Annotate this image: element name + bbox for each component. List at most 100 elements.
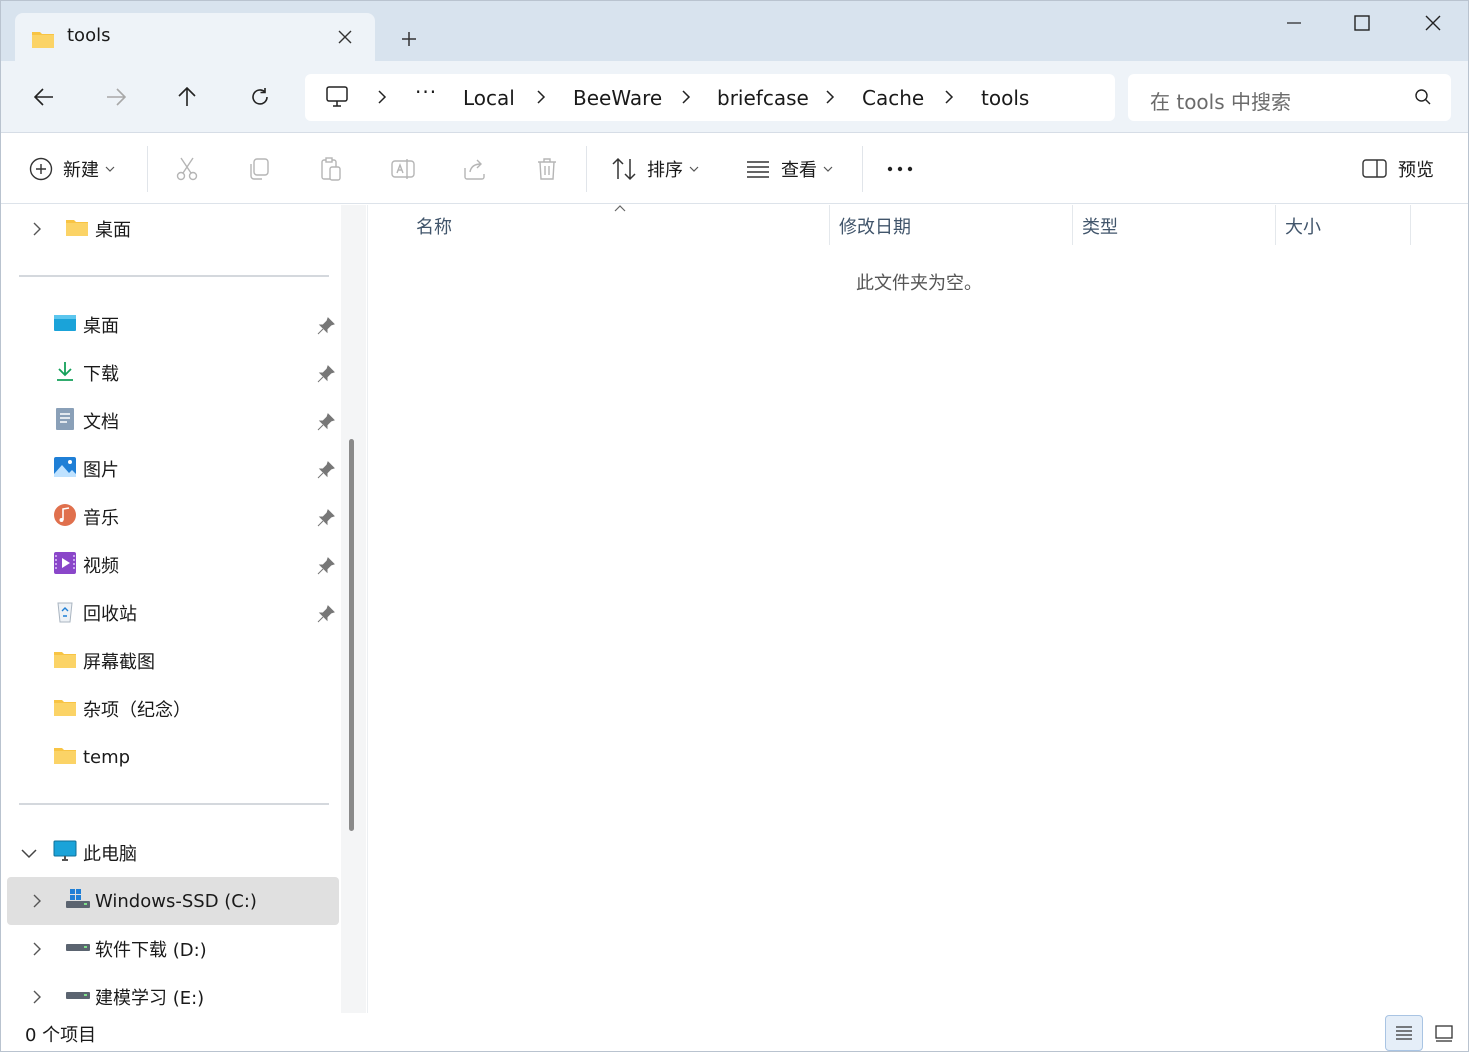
rename-button[interactable] — [390, 151, 416, 187]
new-tab-button[interactable] — [393, 23, 425, 55]
pin-icon[interactable] — [317, 413, 335, 431]
computer-icon[interactable] — [325, 86, 349, 112]
chevron-right-icon[interactable] — [375, 90, 389, 104]
back-button[interactable] — [26, 79, 62, 115]
chevron-right-icon[interactable] — [31, 942, 43, 956]
copy-button[interactable] — [246, 151, 272, 187]
sidebar-item-label: 软件下载 (D:) — [95, 940, 207, 961]
address-bar[interactable]: ··· Local BeeWare briefcase Cache tools — [305, 74, 1115, 121]
column-divider[interactable] — [1410, 205, 1411, 245]
sort-button[interactable]: 排序 — [611, 151, 699, 187]
breadcrumb-tools[interactable]: tools — [981, 86, 1029, 110]
chevron-right-icon[interactable] — [31, 222, 43, 236]
desktop-icon — [53, 313, 77, 337]
chevron-right-icon[interactable] — [823, 90, 837, 104]
sidebar-item-this-pc[interactable]: 此电脑 — [21, 831, 137, 875]
tiles-view-button[interactable] — [1425, 1015, 1463, 1051]
pin-icon[interactable] — [317, 365, 335, 383]
windows-drive-icon — [65, 888, 91, 914]
close-tab-icon[interactable] — [331, 23, 359, 51]
music-icon — [53, 503, 77, 531]
more-options-button[interactable] — [887, 151, 913, 187]
sidebar-item-drive-c[interactable]: Windows-SSD (C:) — [31, 879, 257, 923]
minimize-button[interactable] — [1259, 1, 1329, 45]
column-divider[interactable] — [1275, 205, 1276, 245]
folder-icon — [65, 217, 89, 241]
sidebar-item-label: 此电脑 — [83, 844, 137, 865]
view-button[interactable]: 查看 — [745, 151, 833, 187]
sidebar-item-label: 杂项（纪念） — [83, 700, 191, 721]
chevron-right-icon[interactable] — [31, 990, 43, 1004]
item-count: 0 个项目 — [25, 1025, 97, 1046]
search-icon[interactable] — [1414, 88, 1432, 110]
refresh-button[interactable] — [242, 79, 278, 115]
sidebar-item-label: 屏幕截图 — [83, 652, 155, 673]
search-input[interactable]: 在 tools 中搜索 — [1150, 86, 1291, 115]
view-label: 查看 — [781, 160, 817, 181]
view-lines-icon — [747, 161, 769, 178]
preview-pane-button[interactable]: 预览 — [1362, 151, 1434, 187]
maximize-button[interactable] — [1327, 1, 1397, 45]
sidebar-item-misc[interactable]: 杂项（纪念） — [53, 687, 191, 731]
details-view-button[interactable] — [1385, 1015, 1423, 1051]
up-button[interactable] — [169, 79, 205, 115]
scrollbar-thumb[interactable] — [349, 439, 354, 831]
breadcrumb-cache[interactable]: Cache — [862, 86, 924, 110]
pin-icon[interactable] — [317, 509, 335, 527]
column-header-name[interactable]: 名称 — [416, 213, 452, 239]
file-list: 名称 修改日期 类型 大小 此文件夹为空。 — [367, 205, 1468, 1013]
new-button[interactable]: 新建 — [29, 151, 115, 187]
sidebar-item-label: 音乐 — [83, 508, 119, 529]
sort-label: 排序 — [647, 160, 683, 181]
column-header-size[interactable]: 大小 — [1285, 213, 1321, 239]
forward-button[interactable] — [98, 79, 134, 115]
sidebar-item-videos[interactable]: 视频 — [53, 543, 119, 587]
breadcrumb-local[interactable]: Local — [463, 86, 515, 110]
breadcrumb-briefcase[interactable]: briefcase — [717, 86, 809, 110]
share-icon — [464, 159, 485, 180]
sidebar-item-downloads[interactable]: 下载 — [53, 351, 119, 395]
separator — [147, 146, 148, 192]
sidebar-item-desktop-root[interactable]: 桌面 — [31, 207, 131, 251]
chevron-down-icon[interactable] — [21, 847, 37, 859]
breadcrumb-beeware[interactable]: BeeWare — [573, 86, 662, 110]
chevron-right-icon[interactable] — [679, 90, 693, 104]
document-icon — [53, 407, 77, 435]
pin-icon[interactable] — [317, 605, 335, 623]
sidebar-item-recycle-bin[interactable]: 回收站 — [53, 591, 137, 635]
search-box[interactable]: 在 tools 中搜索 — [1128, 74, 1451, 121]
close-window-button[interactable] — [1398, 1, 1468, 45]
share-button[interactable] — [462, 151, 488, 187]
separator — [862, 146, 863, 192]
sort-icon — [612, 157, 636, 181]
sidebar-item-temp[interactable]: temp — [53, 735, 130, 779]
sidebar-item-label: temp — [83, 746, 131, 768]
sidebar-item-label: 回收站 — [83, 604, 137, 625]
sidebar-item-drive-d[interactable]: 软件下载 (D:) — [31, 927, 207, 971]
folder-icon — [31, 29, 55, 53]
command-bar: 新建 排序 查看 预览 — [1, 134, 1468, 204]
sidebar-item-screenshots[interactable]: 屏幕截图 — [53, 639, 155, 683]
cut-button[interactable] — [174, 151, 200, 187]
chevron-right-icon[interactable] — [534, 90, 548, 104]
pin-icon[interactable] — [317, 317, 335, 335]
tab-tools[interactable]: tools — [15, 13, 375, 61]
sidebar-item-music[interactable]: 音乐 — [53, 495, 119, 539]
paste-button[interactable] — [318, 151, 344, 187]
column-header-date-modified[interactable]: 修改日期 — [839, 213, 911, 239]
column-header-type[interactable]: 类型 — [1082, 213, 1118, 239]
column-divider[interactable] — [829, 205, 830, 245]
computer-icon — [53, 840, 77, 866]
sidebar-item-pictures[interactable]: 图片 — [53, 447, 119, 491]
pin-icon[interactable] — [317, 557, 335, 575]
title-bar: tools — [1, 1, 1468, 61]
chevron-right-icon[interactable] — [31, 894, 43, 908]
pin-icon[interactable] — [317, 461, 335, 479]
breadcrumb-overflow[interactable]: ··· — [415, 80, 437, 104]
chevron-right-icon[interactable] — [942, 90, 956, 104]
delete-button[interactable] — [534, 151, 560, 187]
drive-icon — [65, 984, 91, 1010]
sidebar-item-desktop[interactable]: 桌面 — [53, 303, 343, 347]
sidebar-item-documents[interactable]: 文档 — [53, 399, 119, 443]
column-divider[interactable] — [1072, 205, 1073, 245]
